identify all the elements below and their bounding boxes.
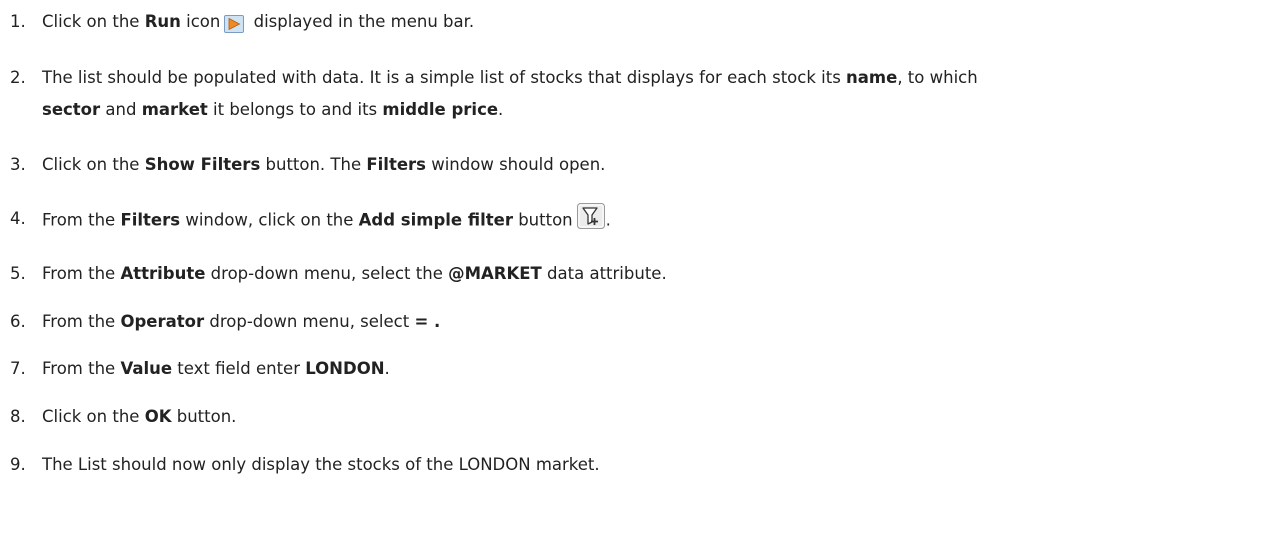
step-text: The List should now only display the sto… — [42, 455, 600, 474]
step-number: 6. — [10, 312, 26, 331]
step-number: 9. — [10, 455, 26, 474]
run-icon — [224, 12, 245, 33]
step-text: From the Filters window, click on the Ad… — [42, 203, 611, 239]
step-number: 1. — [10, 12, 26, 31]
step-text: The list should be populated with data. … — [42, 68, 978, 87]
step-text: From the Attribute drop-down menu, selec… — [42, 264, 667, 283]
step-text: Click on the Run icon displayed in the m… — [42, 12, 475, 33]
step-number: 3. — [10, 155, 26, 174]
step-text: From the Operator drop-down menu, select… — [42, 312, 441, 331]
add-filter-icon — [576, 203, 605, 229]
step-number: 7. — [10, 359, 26, 378]
step-text: Click on the OK button. — [42, 407, 237, 426]
step-text: Click on the Show Filters button. The Fi… — [42, 155, 606, 174]
step-number: 5. — [10, 264, 26, 283]
step-text: From the Value text field enter LONDON. — [42, 359, 390, 378]
step-number: 8. — [10, 407, 26, 426]
step-number: 2. — [10, 68, 26, 87]
step-number: 4. — [10, 209, 26, 228]
step-text: sector and market it belongs to and its … — [42, 100, 504, 119]
